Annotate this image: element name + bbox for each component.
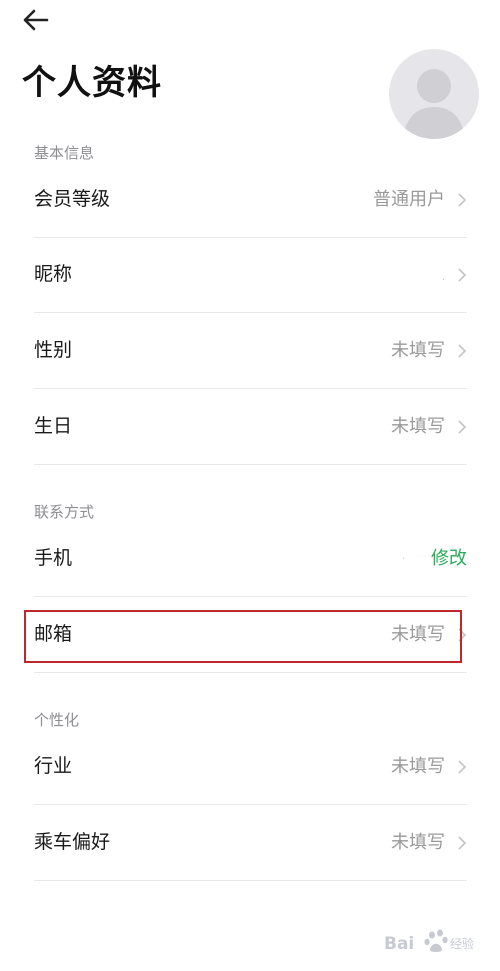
svg-text:Bai: Bai: [384, 934, 414, 954]
row-label: 手机: [34, 547, 73, 569]
row-label: 乘车偏好: [34, 831, 111, 853]
row-label: 行业: [34, 755, 73, 777]
row-member-level[interactable]: 会员等级 普通用户: [34, 163, 467, 238]
row-phone[interactable]: 手机 · 修改: [34, 522, 467, 597]
row-value: 未填写: [391, 832, 445, 853]
row-value: 未填写: [391, 756, 445, 777]
chevron-right-icon: [458, 344, 467, 358]
row-birthday[interactable]: 生日 未填写: [34, 390, 467, 465]
section-header-basic: 基本信息: [34, 144, 95, 162]
row-value: ·: [441, 275, 445, 286]
phone-value: ·: [401, 554, 405, 565]
chevron-right-icon: [458, 628, 467, 642]
row-value: 未填写: [391, 416, 445, 437]
row-label: 昵称: [34, 263, 73, 285]
chevron-right-icon: [458, 193, 467, 207]
row-label: 性别: [34, 339, 73, 361]
modify-phone-link[interactable]: 修改: [431, 546, 467, 572]
row-ride-preference[interactable]: 乘车偏好 未填写: [34, 806, 467, 881]
svg-text:经验: 经验: [450, 936, 474, 951]
user-avatar-icon: [403, 69, 465, 139]
section-header-personal: 个性化: [34, 711, 80, 729]
back-button[interactable]: [20, 6, 54, 34]
section-header-contact: 联系方式: [34, 503, 95, 521]
row-gender[interactable]: 性别 未填写: [34, 314, 467, 389]
page-title: 个人资料: [22, 63, 162, 103]
row-value: 普通用户: [373, 189, 445, 210]
chevron-right-icon: [458, 760, 467, 774]
row-industry[interactable]: 行业 未填写: [34, 730, 467, 805]
row-email[interactable]: 邮箱 未填写: [34, 598, 467, 673]
chevron-right-icon: [458, 420, 467, 434]
chevron-right-icon: [458, 836, 467, 850]
arrow-left-icon: [23, 9, 49, 31]
baidu-jingyan-watermark: Bai 经验: [384, 929, 474, 954]
row-label: 会员等级: [34, 188, 111, 210]
row-label: 生日: [34, 415, 73, 437]
row-value: 未填写: [391, 624, 445, 645]
row-value: 未填写: [391, 340, 445, 361]
avatar[interactable]: [389, 49, 479, 139]
chevron-right-icon: [458, 268, 467, 282]
row-label: 邮箱: [34, 623, 73, 645]
row-nickname[interactable]: 昵称 ·: [34, 238, 467, 313]
